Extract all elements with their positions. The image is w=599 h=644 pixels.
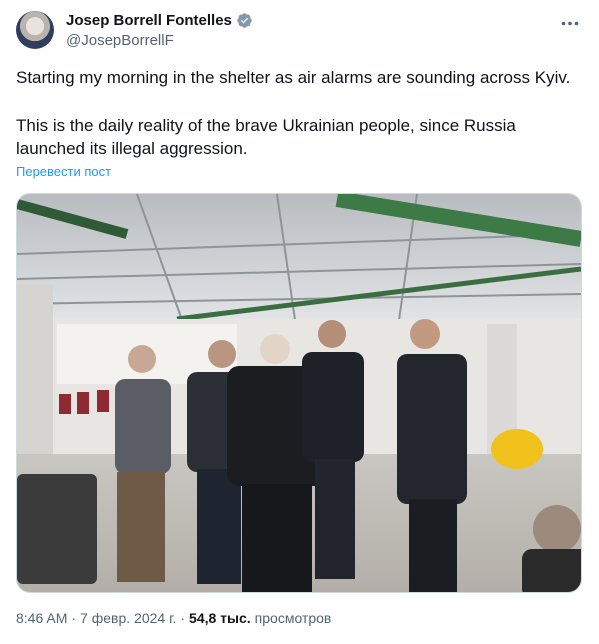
post-date[interactable]: 7 февр. 2024 г. bbox=[80, 610, 176, 626]
author-name-row: Josep Borrell Fontelles bbox=[66, 12, 253, 29]
translate-post-link[interactable]: Перевести пост bbox=[16, 164, 111, 179]
views-label: просмотров bbox=[254, 610, 332, 626]
verified-badge-icon[interactable] bbox=[236, 12, 253, 29]
more-options-icon[interactable] bbox=[559, 14, 581, 32]
attached-photo[interactable] bbox=[16, 193, 582, 593]
author-handle[interactable]: @JosepBorrellF bbox=[66, 32, 174, 49]
post-text-paragraph-1: Starting my morning in the shelter as ai… bbox=[16, 68, 571, 87]
post-meta: 8:46 AM · 7 февр. 2024 г. · 54,8 тыс. пр… bbox=[16, 610, 331, 626]
post-time[interactable]: 8:46 AM bbox=[16, 610, 67, 626]
views-count[interactable]: 54,8 тыс. bbox=[189, 610, 251, 626]
separator-dot: · bbox=[180, 610, 186, 626]
author-display-name[interactable]: Josep Borrell Fontelles bbox=[66, 12, 232, 29]
photo-illustration bbox=[17, 194, 581, 592]
avatar[interactable] bbox=[16, 11, 54, 49]
post-text-paragraph-2: This is the daily reality of the brave U… bbox=[16, 116, 516, 158]
separator-dot: · bbox=[71, 610, 77, 626]
